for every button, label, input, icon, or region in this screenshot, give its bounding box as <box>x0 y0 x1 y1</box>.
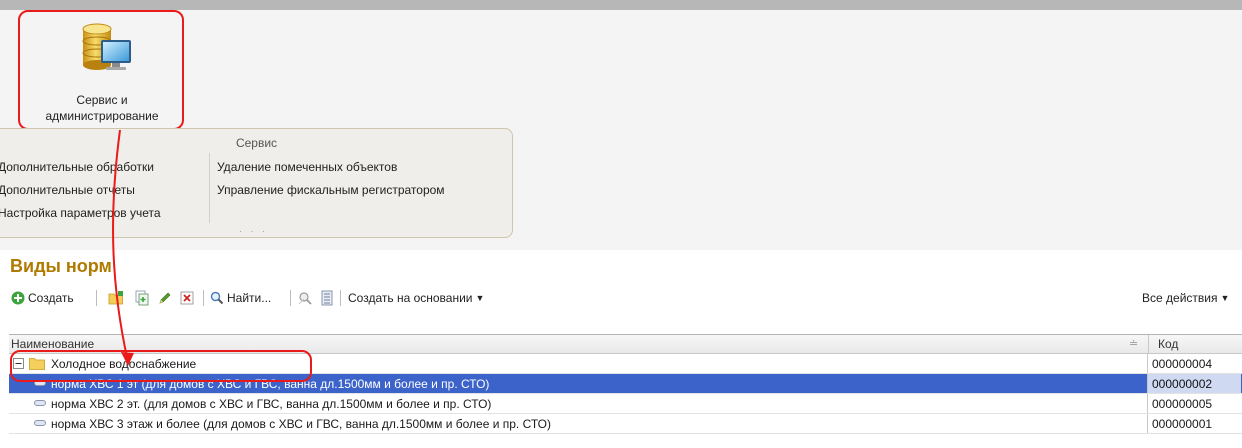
row-name: норма ХВС 1 эт (для домов с ХВС и ГВС, в… <box>51 377 490 391</box>
row-code: 000000005 <box>1147 394 1241 413</box>
column-divider[interactable] <box>1148 335 1149 353</box>
service-panel-title: Сервис <box>235 136 278 150</box>
row-code: 000000002 <box>1147 374 1241 393</box>
dropdown-arrow-icon: ▼ <box>475 293 485 303</box>
toolbar-separator <box>340 290 341 306</box>
list-mode-button[interactable] <box>321 289 333 307</box>
menu-item-additional-reports[interactable]: Дополнительные отчеты <box>0 183 135 197</box>
create-folder-button[interactable] <box>108 289 124 307</box>
item-icon <box>34 380 46 386</box>
item-icon <box>34 420 46 426</box>
row-name: норма ХВС 3 этаж и более (для домов с ХВ… <box>51 417 551 431</box>
plus-circle-icon <box>11 291 25 305</box>
delete-mark-icon <box>180 291 194 305</box>
column-header-name[interactable]: Наименование <box>11 337 94 351</box>
section-label: Сервис и администрирование <box>45 93 159 123</box>
database-computer-icon <box>82 23 131 70</box>
create-based-on-button[interactable]: Создать на основании ▼ <box>348 289 484 307</box>
table-header: Наименование ≐ Код <box>9 335 1242 354</box>
create-button-label: Создать <box>28 291 74 305</box>
mark-delete-button[interactable] <box>180 289 194 307</box>
item-icon <box>34 400 46 406</box>
toolbar-separator <box>203 290 204 306</box>
dropdown-arrow-icon: ▼ <box>1220 293 1230 303</box>
table-row[interactable]: норма ХВС 3 этаж и более (для домов с ХВ… <box>9 414 1242 434</box>
table-row-group[interactable]: Холодное водоснабжение 000000004 <box>9 354 1242 374</box>
page-title: Виды норм <box>10 256 112 276</box>
cancel-search-button[interactable] <box>298 289 314 307</box>
create-button[interactable]: Создать <box>11 289 74 307</box>
copy-button[interactable] <box>134 289 150 307</box>
collapse-icon[interactable] <box>13 358 24 369</box>
column-header-code[interactable]: Код <box>1158 337 1178 351</box>
menu-item-delete-marked[interactable]: Удаление помеченных объектов <box>217 160 397 174</box>
panel-divider <box>209 153 210 223</box>
table-row-selected[interactable]: норма ХВС 1 эт (для домов с ХВС и ГВС, в… <box>9 374 1242 394</box>
new-folder-icon <box>108 291 123 305</box>
create-based-on-label: Создать на основании <box>348 291 473 305</box>
section-service-administration[interactable]: Сервис и администрирование <box>18 12 186 130</box>
panel-more-indicator[interactable]: · · · <box>239 226 268 236</box>
sort-icon: ≐ <box>1129 338 1139 350</box>
menu-item-additional-processing[interactable]: Дополнительные обработки <box>0 160 154 174</box>
find-button-label: Найти... <box>227 291 272 305</box>
cancel-search-icon <box>298 292 312 305</box>
top-border <box>0 0 1242 10</box>
pencil-icon <box>159 292 171 304</box>
row-name: норма ХВС 2 эт. (для домов с ХВС и ГВС, … <box>51 397 492 411</box>
menu-item-accounting-settings[interactable]: Настройка параметров учета <box>0 206 161 220</box>
toolbar: Создать Найти... Создать на основании ▼ … <box>0 284 1242 312</box>
menu-item-fiscal-registrar[interactable]: Управление фискальным регистратором <box>217 183 445 197</box>
row-name: Холодное водоснабжение <box>51 357 197 371</box>
toolbar-separator <box>290 290 291 306</box>
find-button[interactable]: Найти... <box>210 289 271 307</box>
folder-icon <box>29 358 45 370</box>
list-view-icon <box>321 290 333 306</box>
all-actions-button[interactable]: Все действия ▼ <box>1142 289 1229 307</box>
edit-button[interactable] <box>158 289 172 307</box>
row-code: 000000004 <box>1147 354 1241 373</box>
row-code: 000000001 <box>1147 414 1241 433</box>
table-row[interactable]: норма ХВС 2 эт. (для домов с ХВС и ГВС, … <box>9 394 1242 414</box>
toolbar-separator <box>96 290 97 306</box>
norms-table: Наименование ≐ Код Холодное водоснабжени… <box>9 334 1242 434</box>
copy-document-icon <box>135 290 149 306</box>
all-actions-label: Все действия <box>1142 291 1218 305</box>
magnifier-icon <box>210 291 224 305</box>
